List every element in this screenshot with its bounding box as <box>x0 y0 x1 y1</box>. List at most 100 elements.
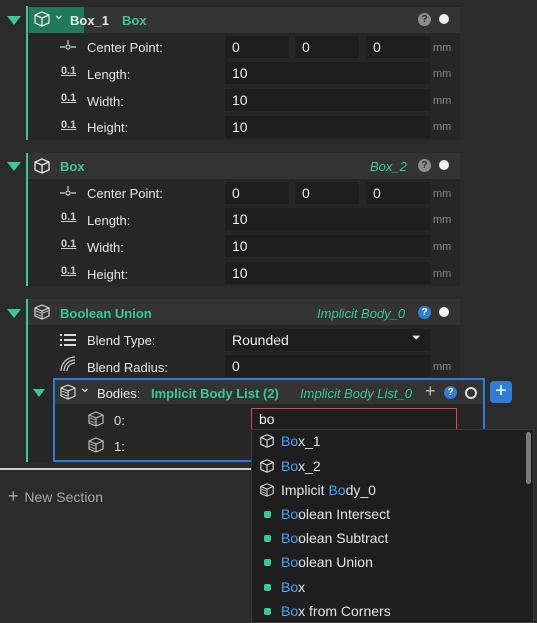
operation-marker-icon <box>264 535 271 542</box>
collapse-triangle-union[interactable] <box>7 309 21 318</box>
blend-type-value: Rounded <box>232 332 289 348</box>
box2-height-input[interactable]: 10 <box>225 262 430 284</box>
autocomplete-dropdown: Box_1 Box_2 Implicit Body_0 Boolean Inte… <box>251 429 534 623</box>
chevron-down-icon[interactable]: ⌄ <box>79 379 91 396</box>
box1-type: Box <box>122 13 147 28</box>
help-icon[interactable]: ? <box>418 13 431 26</box>
item-0-label: 0: <box>114 413 125 428</box>
number-icon: 0.1 <box>61 65 77 77</box>
visibility-ring-icon[interactable] <box>465 387 477 399</box>
crosshair-icon <box>60 186 76 196</box>
body-list-icon <box>60 384 76 400</box>
blend-type-label: Blend Type: <box>87 333 156 348</box>
number-icon: 0.1 <box>61 211 77 223</box>
dropdown-item-text: Boolean Union <box>281 554 373 570</box>
dropdown-item-text: Box_2 <box>281 458 321 474</box>
box1-center-y[interactable]: 0 <box>295 36 359 58</box>
dropdown-scrollbar[interactable] <box>526 432 531 484</box>
number-icon: 0.1 <box>61 265 77 277</box>
operation-marker-icon <box>264 559 271 566</box>
operation-marker-icon <box>264 608 271 615</box>
box2-height-label: Height: <box>87 267 129 282</box>
blend-type-select[interactable]: Rounded <box>225 329 430 351</box>
crosshair-icon <box>60 40 76 50</box>
add-section-button[interactable]: + <box>490 381 512 403</box>
body-icon <box>88 437 104 453</box>
collapse-triangle-box1[interactable] <box>7 16 21 25</box>
box2-center-y[interactable]: 0 <box>295 182 359 204</box>
operation-marker-icon <box>264 584 271 591</box>
box1-width-input[interactable]: 10 <box>225 89 430 111</box>
box2-width-label: Width: <box>87 240 124 255</box>
box1-length-label: Length: <box>87 67 131 82</box>
bodies-id: Implicit Body List_0 <box>300 386 412 401</box>
new-section-label: New Section <box>24 489 103 505</box>
help-icon[interactable]: ? <box>418 159 431 172</box>
dropdown-item[interactable]: Implicit Body_0 <box>252 478 522 502</box>
box1-center-x[interactable]: 0 <box>225 36 289 58</box>
list-icon <box>60 334 76 346</box>
dropdown-arrow-icon[interactable]: ⏷ <box>412 332 421 345</box>
blend-radius-input[interactable]: 0 <box>225 355 430 377</box>
collapse-triangle-bodies[interactable] <box>33 389 45 397</box>
dropdown-item[interactable]: Box <box>252 575 522 599</box>
number-icon: 0.1 <box>61 92 77 104</box>
box1-name[interactable]: Box_1 <box>70 13 109 28</box>
visibility-dot-icon[interactable] <box>439 14 449 24</box>
cube-icon <box>34 11 50 27</box>
bodies-label: Bodies: <box>97 386 141 401</box>
dropdown-item[interactable]: Box from Corners <box>252 599 522 623</box>
body-icon <box>88 411 104 427</box>
dropdown-item-text: Implicit Body_0 <box>281 482 376 498</box>
bodies-type: Implicit Body List (2) <box>151 386 279 401</box>
unit-label: mm <box>433 188 452 200</box>
cube-icon <box>260 434 274 448</box>
box2-center-x[interactable]: 0 <box>225 182 289 204</box>
box2-width-input[interactable]: 10 <box>225 235 430 257</box>
box1-center-z[interactable]: 0 <box>366 36 430 58</box>
unit-label: mm <box>433 68 452 80</box>
dropdown-item[interactable]: Box_2 <box>252 454 522 478</box>
radius-icon <box>60 356 76 372</box>
box1-length-input[interactable]: 10 <box>225 62 430 84</box>
dropdown-item[interactable]: Boolean Subtract <box>252 526 522 550</box>
dropdown-item-text: Box from Corners <box>281 603 391 619</box>
unit-label: mm <box>433 121 452 133</box>
item-1-label: 1: <box>114 439 125 454</box>
box1-width-label: Width: <box>87 94 124 109</box>
cube-icon <box>34 158 50 174</box>
number-icon: 0.1 <box>61 119 77 131</box>
box2-name[interactable]: Box <box>60 159 85 174</box>
box2-length-input[interactable]: 10 <box>225 208 430 230</box>
dropdown-item[interactable]: Boolean Intersect <box>252 502 522 526</box>
dropdown-item[interactable]: Box_1 <box>252 429 522 453</box>
box1-height-label: Height: <box>87 120 129 135</box>
item-0-input[interactable]: bo <box>251 408 457 430</box>
dropdown-item[interactable]: Boolean Union <box>252 550 522 574</box>
help-icon[interactable]: ? <box>418 306 431 319</box>
cube-icon <box>260 459 274 473</box>
number-icon: 0.1 <box>61 238 77 250</box>
box2-id: Box_2 <box>370 159 407 174</box>
dropdown-item-text: Box <box>281 579 306 595</box>
unit-label: mm <box>433 95 452 107</box>
box2-center-z[interactable]: 0 <box>366 182 430 204</box>
visibility-dot-icon[interactable] <box>439 160 449 170</box>
box1-height-input[interactable]: 10 <box>225 116 430 138</box>
help-icon[interactable]: ? <box>444 386 457 399</box>
add-item-icon[interactable]: + <box>425 381 436 402</box>
union-name[interactable]: Boolean Union <box>60 306 152 321</box>
dropdown-item-text: Box_1 <box>281 433 321 449</box>
box1-center-label: Center Point: <box>87 40 163 55</box>
chevron-down-icon[interactable]: ⌄ <box>53 6 65 23</box>
union-id: Implicit Body_0 <box>317 306 406 321</box>
unit-label: mm <box>433 268 452 280</box>
dropdown-item-text: Boolean Intersect <box>281 506 390 522</box>
dropdown-item-text: Boolean Subtract <box>281 530 389 546</box>
visibility-dot-icon[interactable] <box>439 307 449 317</box>
collapse-triangle-box2[interactable] <box>7 162 21 171</box>
box2-length-label: Length: <box>87 213 131 228</box>
new-section-button[interactable]: + New Section <box>8 486 103 506</box>
plus-icon: + <box>495 380 507 402</box>
unit-label: mm <box>433 361 452 373</box>
